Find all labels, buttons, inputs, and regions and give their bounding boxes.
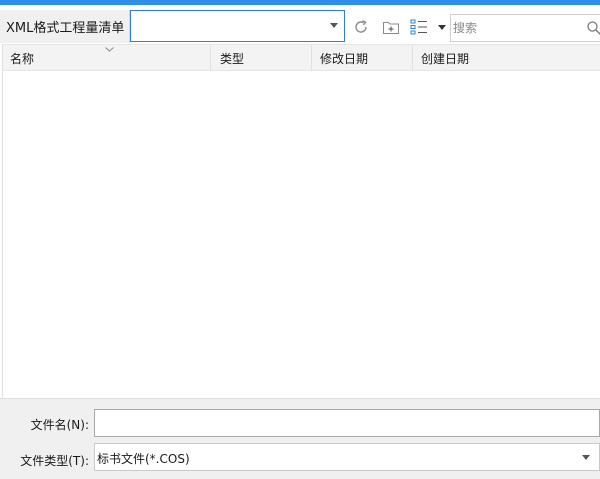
view-mode-button[interactable]	[408, 16, 430, 38]
column-header-created[interactable]: 创建日期	[413, 45, 600, 71]
new-folder-icon	[383, 22, 399, 34]
search-input[interactable]	[453, 19, 578, 37]
view-dropdown-icon[interactable]	[438, 25, 446, 30]
path-dropdown-icon[interactable]	[330, 23, 338, 28]
view-list-icon	[410, 19, 427, 35]
filetype-select[interactable]: 标书文件(*.COS)	[94, 443, 600, 471]
column-header-modified[interactable]: 修改日期	[312, 45, 413, 71]
list-header: 名称 类型 修改日期 创建日期	[3, 45, 600, 71]
path-combo[interactable]	[130, 10, 345, 42]
filetype-label: 文件类型(T):	[20, 454, 89, 468]
sort-chevron-icon	[105, 47, 114, 52]
filetype-dropdown-icon[interactable]	[582, 455, 590, 460]
toolbar: XML格式工程量清单	[0, 5, 600, 43]
file-list[interactable]: 名称 类型 修改日期 创建日期	[2, 44, 600, 399]
location-label: XML格式工程量清单	[0, 10, 130, 43]
filename-field[interactable]	[94, 409, 600, 437]
search-icon	[587, 21, 600, 36]
filetype-value: 标书文件(*.COS)	[97, 452, 190, 466]
search-box[interactable]	[450, 14, 600, 42]
file-dialog-footer: 文件名(N): 文件类型(T): 标书文件(*.COS)	[0, 398, 600, 479]
filename-label: 文件名(N):	[30, 418, 89, 432]
column-header-type[interactable]: 类型	[211, 45, 312, 71]
new-folder-button[interactable]	[380, 16, 402, 38]
refresh-icon	[355, 20, 367, 33]
refresh-button[interactable]	[350, 16, 372, 38]
